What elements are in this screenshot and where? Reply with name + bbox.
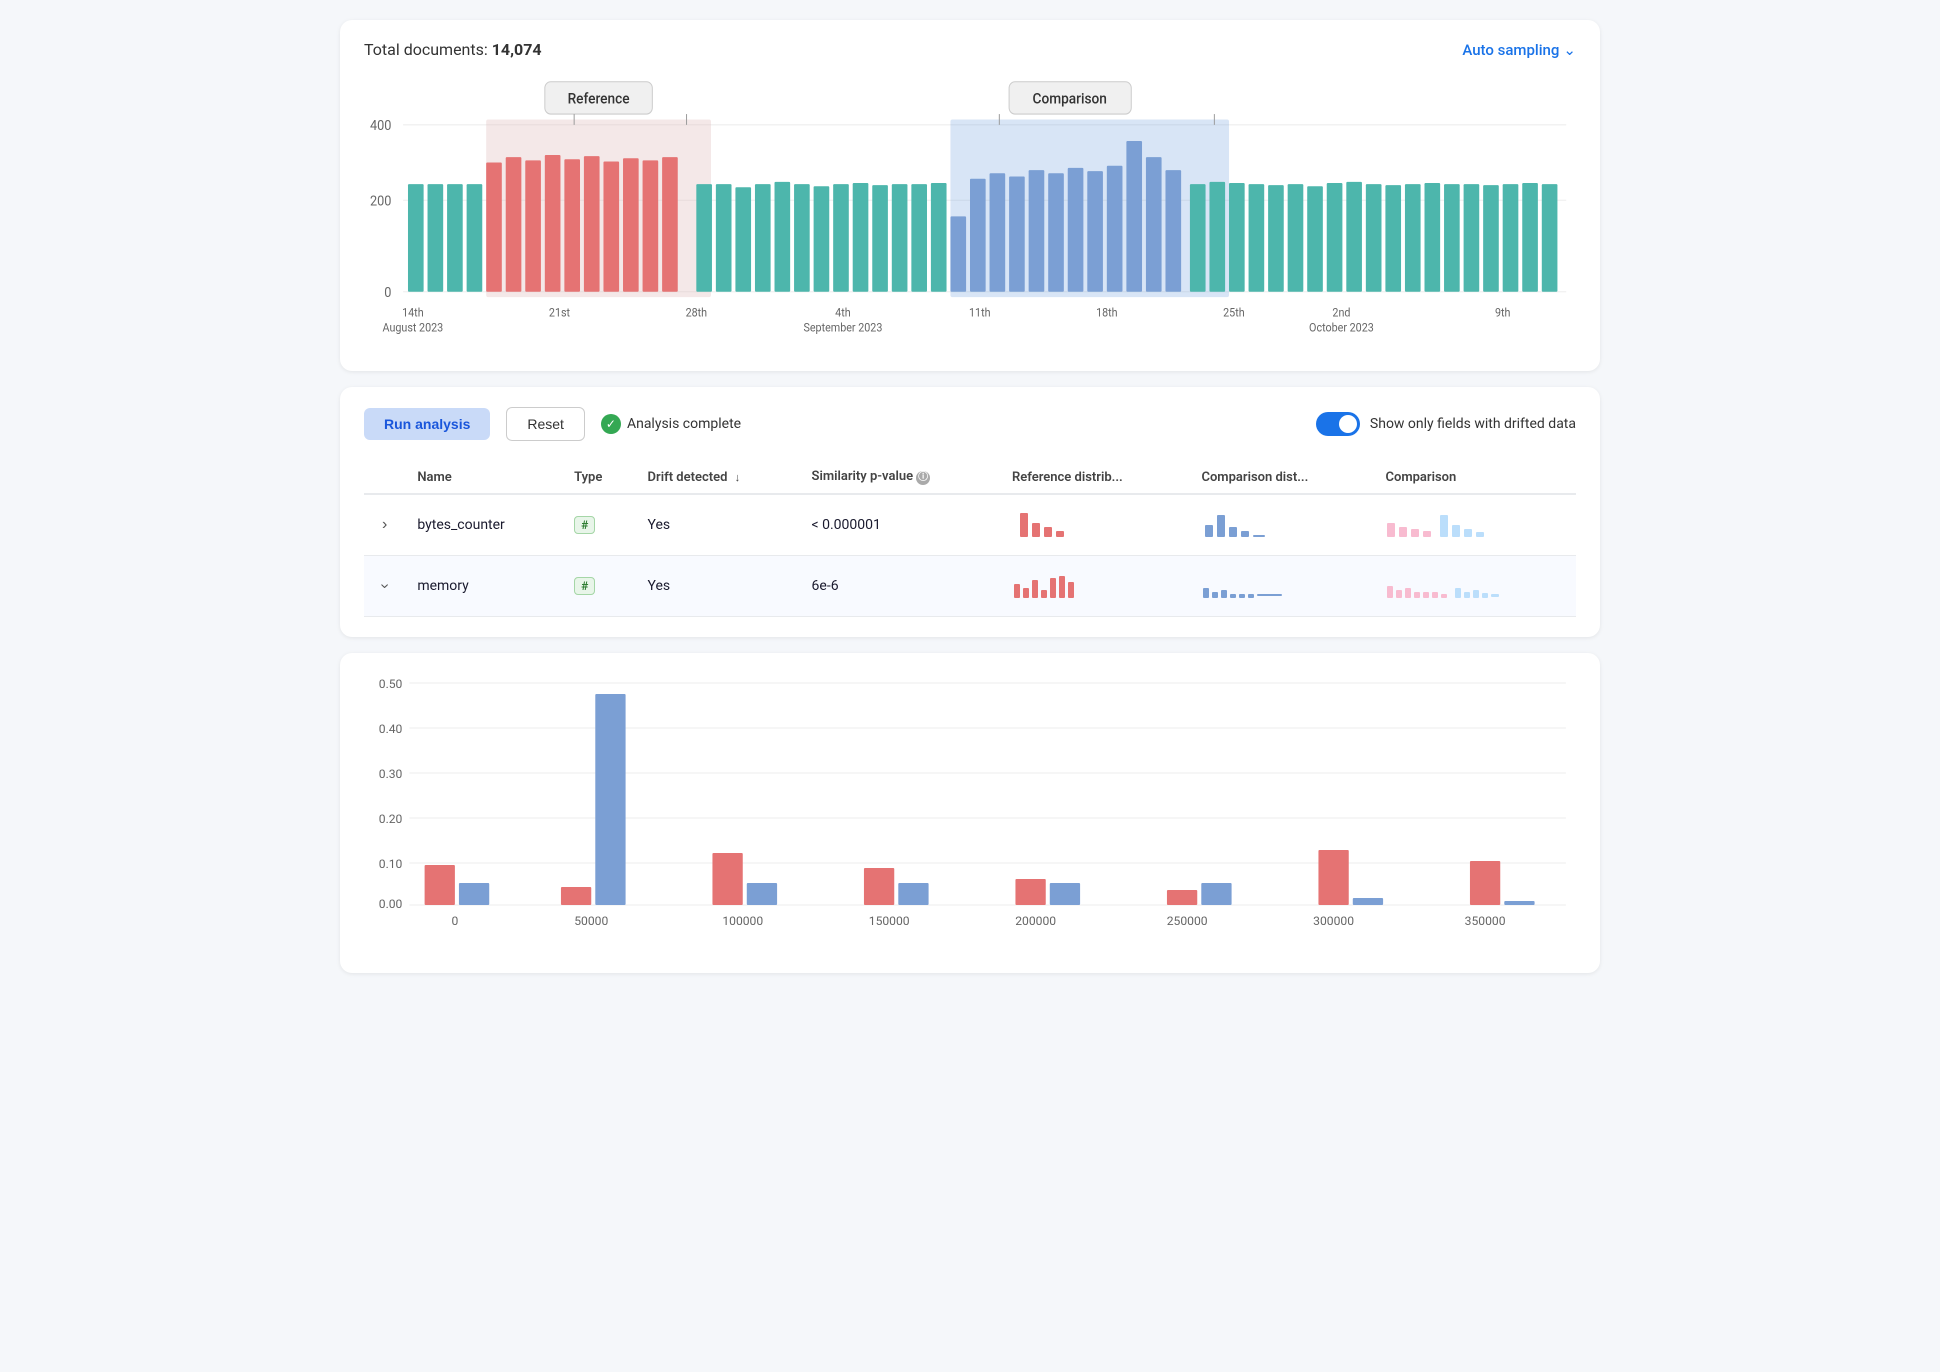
expand-button-bytes[interactable]: › [376,514,393,536]
svg-text:100000: 100000 [722,914,763,928]
svg-text:0.20: 0.20 [379,812,403,826]
svg-text:September 2023: September 2023 [803,321,882,335]
svg-text:300000: 300000 [1313,914,1354,928]
svg-text:150000: 150000 [869,914,910,928]
col-drift: Drift detected ↓ [636,461,800,494]
pvalue-memory: 6e-6 [800,556,1000,617]
table-row: › bytes_counter # Yes < 0.000001 [364,494,1576,556]
sort-icon: ↓ [735,471,741,484]
svg-text:28th: 28th [686,306,708,320]
toggle-label: Show only fields with drifted data [1370,416,1576,432]
comparison-bytes [1373,494,1576,556]
total-docs-count: 14,074 [492,40,542,59]
svg-text:0: 0 [451,914,458,928]
drift-detected-memory: Yes [636,556,800,617]
col-comparison: Comparison [1373,461,1576,494]
col-expand [364,461,405,494]
comp-distrib-memory [1189,556,1373,617]
drift-table: Name Type Drift detected ↓ Similarity p-… [364,461,1576,617]
svg-text:400: 400 [370,119,391,135]
table-row: › memory # Yes 6e-6 [364,556,1576,617]
svg-text:0.30: 0.30 [379,767,403,781]
run-analysis-button[interactable]: Run analysis [364,408,490,440]
svg-text:350000: 350000 [1465,914,1506,928]
svg-text:0.10: 0.10 [379,857,403,871]
total-docs-label: Total documents: 14,074 [364,40,542,59]
svg-text:250000: 250000 [1167,914,1208,928]
svg-text:4th: 4th [835,306,850,320]
comp-distrib-bytes [1189,494,1373,556]
svg-text:0.40: 0.40 [379,722,403,736]
svg-text:21st: 21st [549,306,570,320]
pvalue-bytes: < 0.000001 [800,494,1000,556]
svg-text:0.00: 0.00 [379,897,403,911]
detail-chart: 0.50 0.40 0.30 0.20 0.10 0.00 [364,673,1576,953]
svg-text:50000: 50000 [574,914,608,928]
col-ref-distrib: Reference distrib... [1000,461,1189,494]
reset-button[interactable]: Reset [506,407,585,441]
info-icon: ⓘ [916,471,930,485]
analysis-status: ✓ Analysis complete [601,414,741,434]
svg-text:October 2023: October 2023 [1309,321,1374,335]
auto-sampling-button[interactable]: Auto sampling ⌄ [1462,41,1576,59]
svg-text:14th: 14th [402,306,424,320]
col-pvalue: Similarity p-valueⓘ [800,461,1000,494]
controls-row: Run analysis Reset ✓ Analysis complete S… [364,407,1576,441]
svg-text:9th: 9th [1495,306,1510,320]
detail-chart-card: 0.50 0.40 0.30 0.20 0.10 0.00 [340,653,1600,973]
check-icon: ✓ [601,414,621,434]
chevron-down-icon: ⌄ [1563,41,1576,59]
svg-text:Reference: Reference [568,90,630,108]
col-comp-distrib: Comparison dist... [1189,461,1373,494]
svg-text:2nd: 2nd [1332,306,1350,320]
comparison-memory [1373,556,1576,617]
ref-distrib-memory [1000,556,1189,617]
svg-text:25th: 25th [1223,306,1245,320]
toggle-row: Show only fields with drifted data [1316,412,1576,436]
svg-text:200000: 200000 [1015,914,1056,928]
field-name-memory: memory [405,556,562,617]
drifted-fields-toggle[interactable] [1316,412,1360,436]
col-type: Type [562,461,635,494]
expand-button-memory[interactable]: › [374,577,396,594]
ref-distrib-bytes [1000,494,1189,556]
field-type-bytes: # [562,494,635,556]
svg-text:0.50: 0.50 [379,677,403,691]
drift-detected-bytes: Yes [636,494,800,556]
svg-text:August 2023: August 2023 [383,321,444,335]
svg-text:200: 200 [370,194,391,210]
timeline-chart: 400 200 0 [364,71,1576,351]
field-type-memory: # [562,556,635,617]
col-name: Name [405,461,562,494]
svg-text:18th: 18th [1096,306,1118,320]
svg-text:11th: 11th [969,306,991,320]
svg-text:Comparison: Comparison [1033,90,1107,108]
svg-text:0: 0 [384,286,391,302]
field-name-bytes: bytes_counter [405,494,562,556]
